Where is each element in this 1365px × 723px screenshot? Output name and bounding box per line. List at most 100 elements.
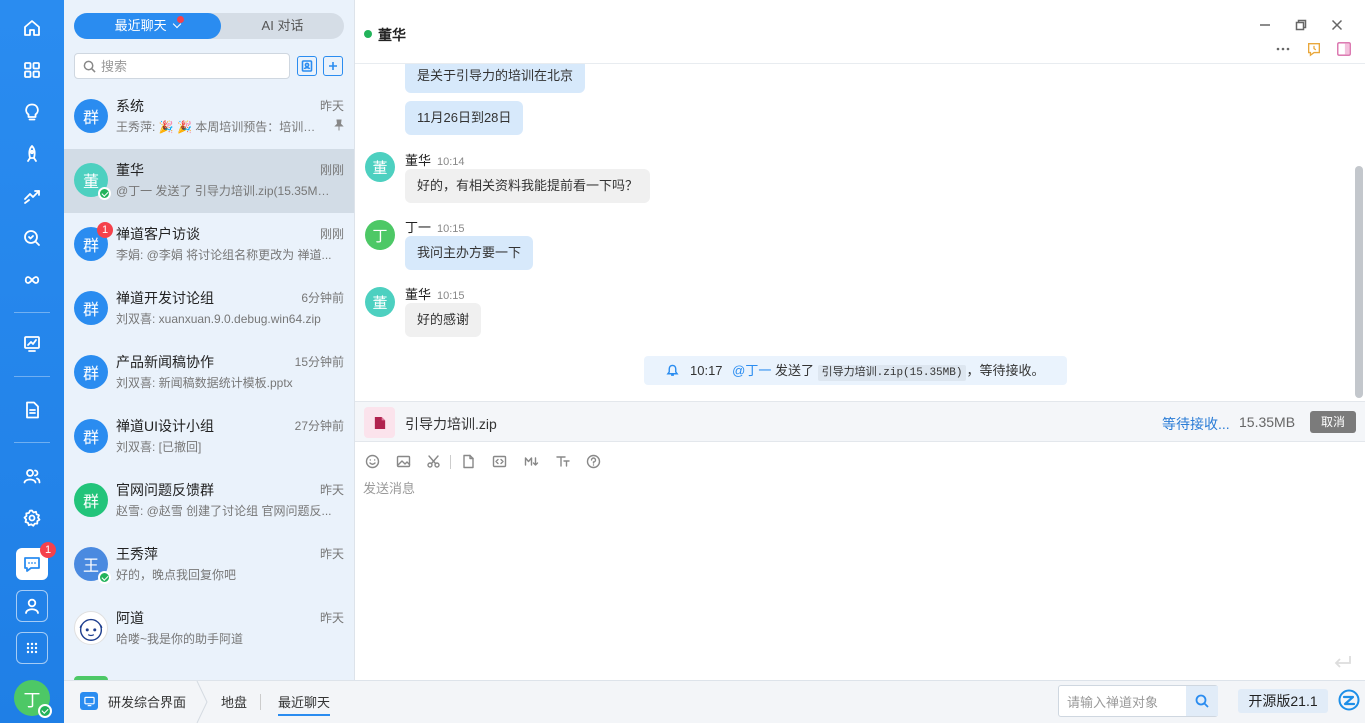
chat-list-item[interactable]: 群 官网问题反馈群 昨天 赵雪: @赵雪 创建了讨论组 官网问题反... — [64, 469, 354, 533]
current-user-avatar[interactable]: 丁 — [14, 680, 52, 718]
chat-time: 昨天 — [319, 547, 344, 561]
settings-gear-icon[interactable] — [16, 502, 48, 534]
online-status-icon — [364, 30, 372, 38]
more-options-icon[interactable] — [1274, 40, 1292, 58]
chat-name: 禅道开发讨论组 — [116, 290, 214, 306]
chat-list-item[interactable]: 王 王秀萍 昨天 好的，晚点我回复你吧 — [64, 533, 354, 597]
chat-name: 王秀萍 — [116, 546, 158, 562]
more-apps-dots-icon[interactable] — [16, 632, 48, 664]
chat-list-item[interactable]: 群 禅道开发讨论组 6分钟前 刘双喜: xuanxuan.9.0.debug.w… — [64, 277, 354, 341]
file-attach-icon[interactable] — [459, 452, 477, 470]
avatar: 群 — [74, 291, 108, 325]
qa-search-icon[interactable] — [16, 222, 48, 254]
notice-time: 10:17 — [690, 363, 723, 378]
document-icon[interactable] — [16, 394, 48, 426]
tab-ai-chat[interactable]: AI 对话 — [221, 13, 344, 39]
rail-divider — [14, 442, 50, 443]
sprint-icon[interactable] — [16, 180, 48, 212]
breadcrumb-recent-chats[interactable]: 最近聊天 — [278, 692, 331, 716]
chat-preview: 哈喽~我是你的助手阿道 — [116, 632, 244, 646]
chat-time: 刚刚 — [319, 227, 344, 241]
search-icon[interactable] — [1186, 686, 1218, 716]
version-badge[interactable]: 开源版21.1 — [1238, 689, 1328, 713]
message-input[interactable] — [363, 478, 1353, 658]
breadcrumb-app[interactable]: 研发综合界面 — [108, 692, 186, 711]
avatar-letter: 董 — [372, 159, 388, 177]
avatar-letter: 董 — [82, 174, 99, 191]
avatar: 群 — [74, 483, 108, 517]
file-name: 引导力培训.zip — [405, 416, 497, 432]
message-time: 10:14 — [437, 156, 465, 168]
breadcrumb-home[interactable]: 地盘 — [221, 692, 247, 711]
message-scrollbar[interactable] — [1355, 166, 1363, 398]
composer-toolbar — [355, 450, 755, 472]
chat-icon[interactable]: 1 — [16, 542, 56, 580]
team-users-icon[interactable] — [16, 460, 48, 492]
chat-list-item[interactable]: 董 董华 刚刚 @丁一 发送了 引导力培训.zip(15.35MB)... — [64, 149, 354, 213]
minimize-icon[interactable] — [1254, 14, 1276, 36]
rail-divider — [14, 376, 50, 377]
cancel-transfer-button[interactable]: 取消 — [1310, 411, 1356, 433]
apps-grid-icon[interactable] — [16, 54, 48, 86]
markdown-icon[interactable] — [522, 452, 540, 470]
message-time: 10:15 — [437, 290, 465, 302]
avatar: 群 — [74, 419, 108, 453]
chat-time: 昨天 — [319, 99, 344, 113]
chat-history-clock-icon[interactable] — [1305, 40, 1323, 58]
chat-main-area: 董华 是关于引导力的培训在北京 11月26日到28日 董 董华 10:14 好的，… — [355, 0, 1365, 680]
devops-infinity-icon[interactable] — [16, 264, 48, 296]
add-plus-icon[interactable] — [323, 56, 343, 76]
chat-list-item[interactable]: 群 禅道UI设计小组 27分钟前 刘双喜: [已撤回] — [64, 405, 354, 469]
contacts-book-icon[interactable] — [297, 56, 317, 76]
file-status: 等待接收... — [1162, 416, 1230, 432]
notice-text: ，等待接收。 — [966, 363, 1045, 378]
avatar: 董 — [74, 163, 111, 200]
restore-window-icon[interactable] — [1290, 14, 1312, 36]
emoji-icon[interactable] — [363, 452, 381, 470]
chat-list-item[interactable]: 阿道 昨天 哈喽~我是你的助手阿道 — [64, 597, 354, 661]
chat-unread-badge: 1 — [40, 542, 56, 558]
chat-list-panel: 最近聊天 AI 对话 群 系统 昨天 王秀萍: 🎉 🎉 本周培训预告：培训主题.… — [64, 0, 355, 680]
avatar[interactable]: 董 — [365, 152, 395, 182]
avatar[interactable]: 董 — [365, 287, 395, 317]
board-chart-icon[interactable] — [16, 328, 48, 360]
online-status-icon — [98, 571, 111, 584]
chat-list-item[interactable]: 群 1 禅道客户访谈 刚刚 李娟: @李娟 将讨论组名称更改为 禅道... — [64, 213, 354, 277]
chat-time: 刚刚 — [319, 163, 344, 177]
avatar[interactable]: 丁 — [365, 220, 395, 250]
lightbulb-icon[interactable] — [16, 96, 48, 128]
chat-time: 昨天 — [319, 483, 344, 497]
chat-search-input[interactable] — [101, 57, 281, 75]
rail-divider — [14, 312, 50, 313]
send-enter-icon[interactable] — [1332, 654, 1352, 670]
chat-list-item[interactable]: 群 系统 昨天 王秀萍: 🎉 🎉 本周培训预告：培训主题... — [64, 85, 354, 149]
tab-recent-chats[interactable]: 最近聊天 — [74, 13, 221, 39]
avatar-letter: 群 — [82, 238, 99, 255]
text-format-icon[interactable] — [553, 452, 571, 470]
chat-preview: 赵雪: @赵雪 创建了讨论组 官网问题反... — [116, 504, 332, 518]
chat-time: 15分钟前 — [294, 355, 344, 369]
unread-badge: 1 — [97, 222, 113, 238]
chat-preview: 王秀萍: 🎉 🎉 本周培训预告：培训主题... — [116, 120, 321, 134]
close-icon[interactable] — [1326, 14, 1348, 36]
zentao-logo-icon[interactable] — [1338, 689, 1360, 711]
object-search-input[interactable] — [1067, 693, 1187, 711]
breadcrumb-divider — [260, 694, 261, 710]
app-rail: 1 丁 — [0, 0, 64, 723]
image-icon[interactable] — [394, 452, 412, 470]
rocket-icon[interactable] — [16, 138, 48, 170]
code-block-icon[interactable] — [490, 452, 508, 470]
contacts-person-icon[interactable] — [16, 590, 48, 622]
help-question-icon[interactable] — [584, 452, 602, 470]
mention-link[interactable]: @丁一 — [732, 363, 771, 378]
sender-line: 董华 10:15 — [405, 284, 465, 303]
system-notice: 10:17 @丁一 发送了 引导力培训.zip(15.35MB) ，等待接收。 — [644, 356, 1067, 385]
sidebar-toggle-icon[interactable] — [1335, 40, 1353, 58]
screenshot-scissors-icon[interactable] — [424, 452, 442, 470]
bell-icon — [666, 364, 679, 376]
chat-preview: 好的，晚点我回复你吧 — [116, 568, 237, 582]
chat-list-item[interactable]: 群 产品新闻稿协作 15分钟前 刘双喜: 新闻稿数据统计模板.pptx — [64, 341, 354, 405]
app-monitor-icon[interactable] — [80, 692, 98, 710]
home-icon[interactable] — [16, 12, 48, 44]
avatar-letter: 群 — [82, 494, 99, 511]
